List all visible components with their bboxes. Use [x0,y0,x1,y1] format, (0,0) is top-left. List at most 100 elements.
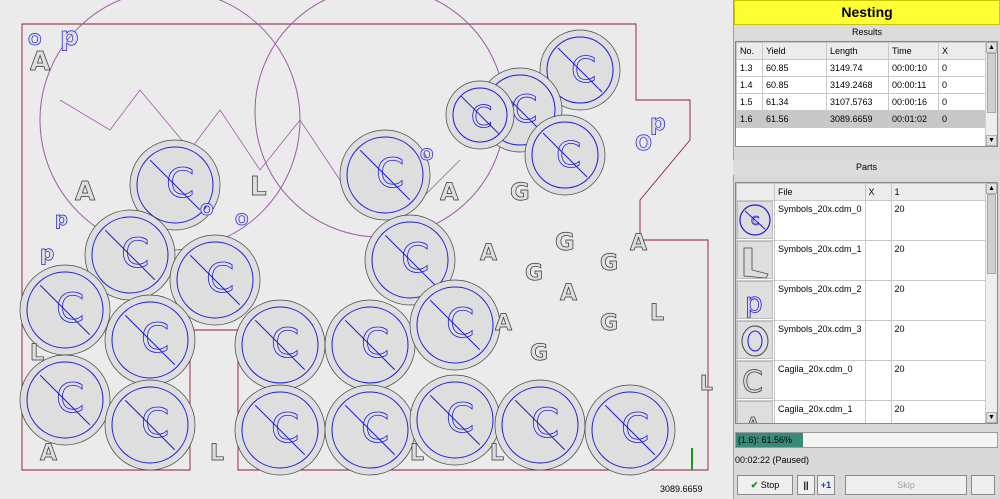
no-symbol-letter: C [271,404,299,452]
part-count-cell: 20 [890,320,997,361]
results-cell: 1.4 [736,76,763,94]
part-thumbnail-cell [736,320,775,361]
letter-part-o: O [420,145,434,164]
letter-part-a: A [495,311,512,336]
results-row[interactable]: 1.5 61.34 3107.5763 00:00:16 0 [736,93,997,111]
no-symbol-letter: C [376,149,404,197]
part-thumbnail-cell: A [736,400,775,423]
results-cell: 00:00:11 [888,76,939,94]
letter-l-icon [737,241,773,279]
part-x-cell [864,400,892,423]
letter-part-l: L [650,301,664,326]
panel-title: Nesting [734,0,1000,25]
parts-header: Parts [733,160,1000,175]
no-symbol-letter: C [621,404,649,452]
letter-part-o: O [235,210,249,229]
part-row[interactable]: p Symbols_20x.cdm_2 20 [736,280,997,321]
results-cell: 1.6 [736,110,763,128]
letter-part-g: G [530,341,548,366]
letter-part-l: L [490,441,504,466]
col-file[interactable]: File [774,183,866,201]
stop-button[interactable]: ✔ Stop [737,475,793,495]
col-yield[interactable]: Yield [762,42,827,60]
col-time[interactable]: Time [888,42,939,60]
scroll-down-icon[interactable]: ▼ [986,412,997,423]
col-count[interactable]: 1 [890,183,997,201]
results-cell: 00:01:02 [888,110,939,128]
no-symbol-icon: C [737,201,773,239]
part-row[interactable]: C Symbols_20x.cdm_0 20 [736,200,997,241]
part-file-cell: Cagila_20x.cdm_1 [774,400,866,423]
no-symbol-letter: C [56,374,84,422]
elapsed-time: 00:02:22 (Paused) [735,455,810,465]
results-cell: 60.85 [762,59,827,77]
no-symbol-letter: C [556,135,581,176]
no-symbol-letter: C [361,319,389,367]
part-count-cell: 20 [890,400,997,423]
letter-part-a: A [630,231,647,256]
letter-part-l: L [700,371,713,395]
results-cell: 1.5 [736,93,763,111]
part-row[interactable]: A Cagila_20x.cdm_1 20 [736,400,997,423]
letter-part-p: p [55,209,68,230]
letter-part-l: L [410,441,424,466]
no-symbol-letter: C [56,284,84,332]
check-icon: ✔ [750,480,759,490]
skip-button[interactable]: Skip [845,475,967,495]
stop-label: Stop [760,480,780,490]
results-cell: 3149.74 [826,59,889,77]
letter-part-g: G [510,178,530,206]
pause-button[interactable]: || [797,475,815,495]
parts-scrollbar[interactable]: ▲ ▼ [985,183,997,423]
part-x-cell [864,320,892,361]
no-symbol-letter: C [271,319,299,367]
part-file-cell: Symbols_20x.cdm_2 [774,280,866,321]
results-row[interactable]: 1.6 61.56 3089.6659 00:01:02 0 [736,110,997,128]
part-count-cell: 20 [890,200,997,241]
scroll-thumb[interactable] [987,194,996,274]
part-x-cell [864,280,892,321]
part-count-cell: 20 [890,240,997,281]
letter-o-icon [737,321,773,359]
results-scrollbar[interactable]: ▲ ▼ [985,42,997,146]
results-row[interactable]: 1.4 60.85 3149.2468 00:00:11 0 [736,76,997,94]
svg-text:p: p [745,286,763,318]
yield-status-text: (1.6): 61.56% [738,435,793,445]
col-length[interactable]: Length [826,42,889,60]
results-cell: 00:00:16 [888,93,939,111]
no-symbol-letter: C [446,299,474,347]
letter-part-a: A [560,281,577,306]
letter-part-p: p [650,111,666,136]
part-thumbnail-cell: C [736,360,775,401]
scroll-down-icon[interactable]: ▼ [986,135,997,146]
letter-part-l: L [210,441,224,466]
letter-part-o: O [28,30,42,49]
part-thumbnail-cell [736,240,775,281]
part-x-cell [864,360,892,401]
part-row[interactable]: C Cagila_20x.cdm_0 20 [736,360,997,401]
parts-table: File X 1 C Symbols_20x.cdm_0 20 Symbols_20x… [735,182,998,424]
plus-one-button[interactable]: +1 [817,475,835,495]
col-no[interactable]: No. [736,42,763,60]
col-thumb [736,183,775,201]
part-thumbnail-cell: p [736,280,775,321]
yield-progress-bar: (1.6): 61.56% [735,432,998,448]
results-cell: 61.56 [762,110,827,128]
part-row[interactable]: Symbols_20x.cdm_1 20 [736,240,997,281]
results-cell: 3149.2468 [826,76,889,94]
results-row[interactable]: 1.3 60.85 3149.74 00:00:10 0 [736,59,997,77]
part-row[interactable]: Symbols_20x.cdm_3 20 [736,320,997,361]
scroll-thumb[interactable] [987,53,996,113]
letter-a-icon: A [737,401,773,423]
letter-part-a: A [30,47,50,77]
no-symbol-letter: C [206,254,234,302]
scroll-up-icon[interactable]: ▲ [986,183,997,194]
part-x-cell [864,200,892,241]
letter-part-p: p [40,241,54,265]
scroll-up-icon[interactable]: ▲ [986,42,997,53]
extra-button[interactable] [971,475,995,495]
part-file-cell: Symbols_20x.cdm_0 [774,200,866,241]
letter-part-g: G [525,261,543,286]
nesting-canvas[interactable]: CCCCCCCCCCCCCCCCCCCCCApOALAGGAGAGAGLAGLO… [0,0,730,499]
col-x[interactable]: X [864,183,892,201]
